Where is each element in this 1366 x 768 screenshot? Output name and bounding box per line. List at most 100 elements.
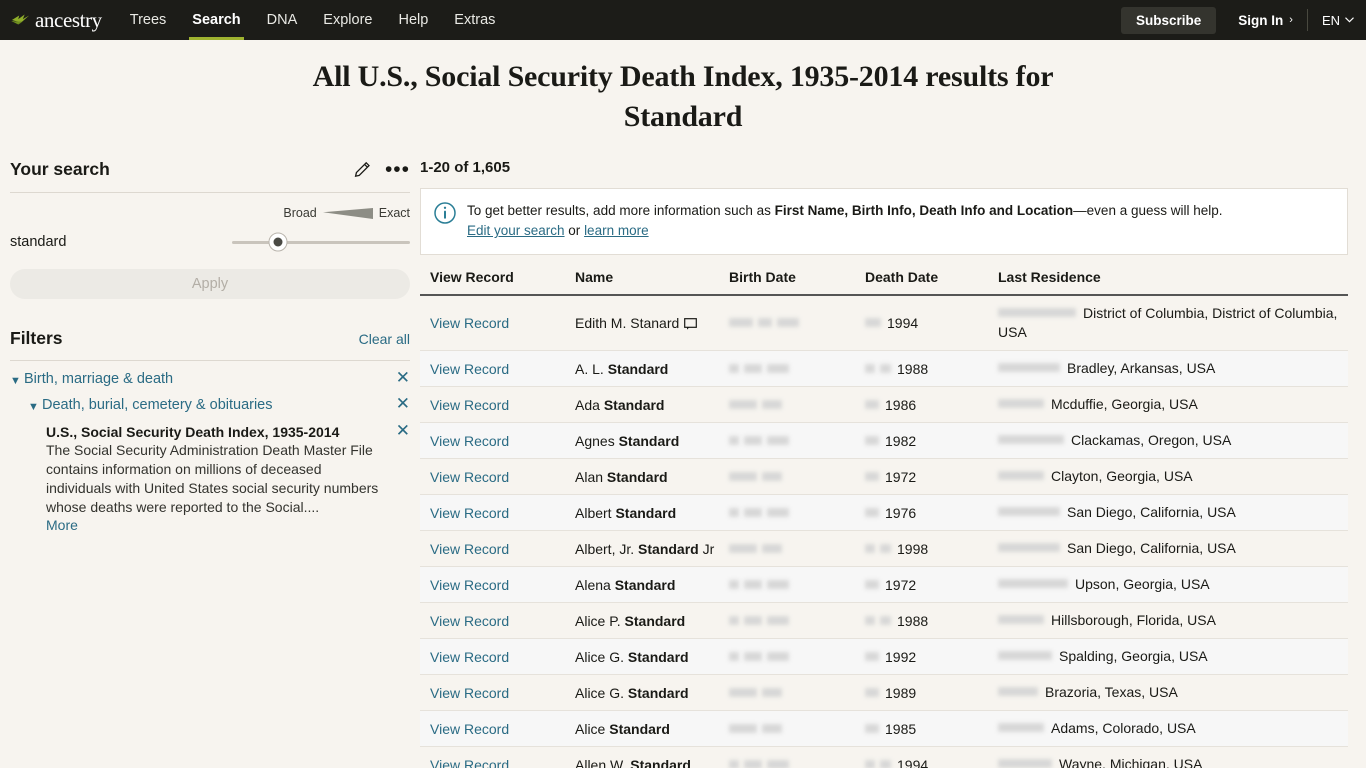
your-search-actions: ••• [354,159,410,180]
nav-item-trees[interactable]: Trees [130,0,167,40]
view-record-link[interactable]: View Record [430,721,509,737]
nav-item-dna[interactable]: DNA [267,0,298,40]
view-record-link[interactable]: View Record [430,469,509,485]
redacted-value [880,759,891,768]
name-cell: Alice G. Standard [575,674,729,711]
comment-icon[interactable] [684,318,698,330]
filter-category-death-burial: ▼ Death, burial, cemetery & obituaries ✕ [10,387,410,413]
subscribe-button[interactable]: Subscribe [1120,6,1217,34]
redacted-value [729,471,757,481]
view-record-link[interactable]: View Record [430,757,509,768]
last-residence-cell: District of Columbia, District of Columb… [998,295,1348,351]
table-row[interactable]: View Record Edith M. Stanard 1994 District … [420,295,1348,351]
death-year: 1985 [885,720,917,737]
table-row[interactable]: View Record Alice Standard 1985 Adams, Colo… [420,710,1348,747]
death-date-cell: 1986 [865,386,998,423]
precision-slider-track[interactable] [232,232,410,252]
view-record-link[interactable]: View Record [430,315,509,331]
table-row[interactable]: View Record A. L. Standard 1988 Bradley, Ar… [420,350,1348,387]
table-row[interactable]: View Record Ada Standard 1986 Mcduffie, Geo… [420,386,1348,423]
table-row[interactable]: View Record Alena Standard 1972 Upson, Geor… [420,566,1348,603]
table-row[interactable]: View Record Alice P. Standard 1988 Hillsbor… [420,602,1348,639]
view-record-cell[interactable]: View Record [420,638,575,675]
clear-all-filters-link[interactable]: Clear all [359,331,410,347]
view-record-cell[interactable]: View Record [420,494,575,531]
view-record-cell[interactable]: View Record [420,530,575,567]
redacted-value [762,687,782,697]
leaf-icon [11,14,30,25]
learn-more-link[interactable]: learn more [584,223,649,238]
view-record-cell[interactable]: View Record [420,710,575,747]
sign-in-button[interactable]: Sign In › [1216,9,1308,31]
filter-link-level2[interactable]: Death, burial, cemetery & obituaries [42,397,273,413]
slider-range-labels: Broad Exact [10,206,410,220]
view-record-cell[interactable]: View Record [420,566,575,603]
more-link[interactable]: More [46,517,78,533]
view-record-link[interactable]: View Record [430,541,509,557]
results-panel: 1-20 of 1,605 To get better results, add… [420,159,1366,768]
chevron-down-icon [1345,17,1354,23]
filter-link-level1[interactable]: Birth, marriage & death [24,371,173,387]
view-record-link[interactable]: View Record [430,577,509,593]
nav-item-extras[interactable]: Extras [454,0,495,40]
view-record-cell[interactable]: View Record [420,295,575,351]
last-residence-cell: Adams, Colorado, USA [998,710,1348,747]
ancestry-logo[interactable]: ancestry [10,8,102,33]
remove-filter-icon[interactable]: ✕ [388,369,410,386]
view-record-cell[interactable]: View Record [420,458,575,495]
view-record-cell[interactable]: View Record [420,422,575,459]
remove-filter-icon[interactable]: ✕ [388,422,410,535]
last-residence-cell: Upson, Georgia, USA [998,566,1348,603]
death-date-cell: 1972 [865,566,998,603]
table-row[interactable]: View Record Alice G. Standard 1989 Brazoria… [420,674,1348,711]
remove-filter-icon[interactable]: ✕ [388,395,410,412]
table-row[interactable]: View Record Agnes Standard 1982 Clackamas, … [420,422,1348,459]
view-record-link[interactable]: View Record [430,649,509,665]
ellipsis-icon[interactable]: ••• [385,159,410,180]
sign-in-label: Sign In [1238,12,1284,28]
view-record-link[interactable]: View Record [430,505,509,521]
table-row[interactable]: View Record Alan Standard 1972 Clayton, Geo… [420,458,1348,495]
view-record-cell[interactable]: View Record [420,350,575,387]
redacted-value [762,471,782,481]
redacted-value [729,363,739,373]
apply-button[interactable]: Apply [10,269,410,299]
slider-broad-label: Broad [283,206,317,220]
table-row[interactable]: View Record Alice G. Standard 1992 Spalding… [420,638,1348,675]
redacted-value [998,471,1044,480]
view-record-link[interactable]: View Record [430,397,509,413]
birth-date-cell [729,350,865,387]
nav-item-search[interactable]: Search [189,0,245,40]
nav-item-help[interactable]: Help [398,0,428,40]
view-record-cell[interactable]: View Record [420,386,575,423]
view-record-link[interactable]: View Record [430,433,509,449]
table-row[interactable]: View Record Albert Standard 1976 San Diego,… [420,494,1348,531]
view-record-cell[interactable]: View Record [420,746,575,768]
view-record-link[interactable]: View Record [430,613,509,629]
death-date-cell: 1989 [865,674,998,711]
name-cell: Ada Standard [575,386,729,423]
nav-item-explore[interactable]: Explore [323,0,372,40]
sidebar: Your search ••• Broad Exact standard App… [0,159,420,768]
redacted-value [729,435,739,445]
table-row[interactable]: View Record Albert, Jr. Standard Jr 1998 Sa… [420,530,1348,567]
record-surname: Standard [627,648,689,665]
redacted-value [865,723,879,733]
chevron-down-icon[interactable]: ▼ [28,397,42,413]
language-selector[interactable]: EN [1308,13,1354,28]
pencil-icon[interactable] [354,161,371,178]
column-header-name: Name [575,269,729,296]
view-record-cell[interactable]: View Record [420,602,575,639]
view-record-cell[interactable]: View Record [420,674,575,711]
view-record-link[interactable]: View Record [430,361,509,377]
edit-your-search-link[interactable]: Edit your search [467,223,565,238]
redacted-value [865,651,879,661]
redacted-value [998,507,1060,516]
precision-slider-knob[interactable] [268,232,288,252]
view-record-link[interactable]: View Record [430,685,509,701]
death-date-cell: 1988 [865,602,998,639]
nav-right-group: Subscribe Sign In › EN [1120,0,1354,40]
chevron-down-icon[interactable]: ▼ [10,371,24,387]
table-row[interactable]: View Record Allen W. Standard 1994 Wayne, M… [420,746,1348,768]
redacted-value [998,723,1044,732]
